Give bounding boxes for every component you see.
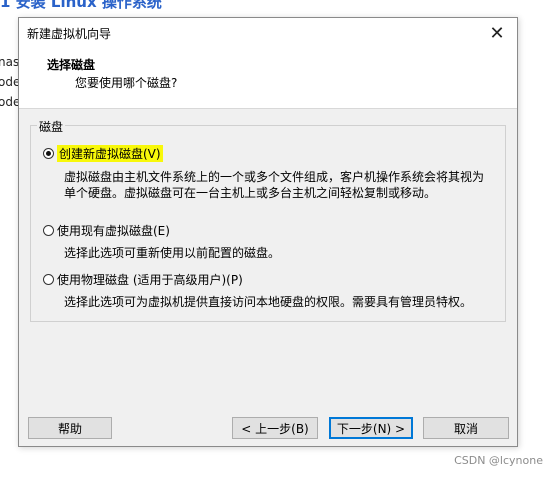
next-button[interactable]: 下一步(N) > [329,417,413,439]
wizard-header: 选择磁盘 您要使用哪个磁盘? [19,48,517,109]
page-subtitle: 您要使用哪个磁盘? [75,76,178,90]
help-button[interactable]: 帮助 [28,417,112,439]
back-button[interactable]: < 上一步(B) [232,417,318,439]
background-page-heading: 1 安装 Linux 操作系统 [0,0,162,11]
radio-indicator[interactable] [43,225,54,236]
dialog-titlebar[interactable]: 新建虚拟机向导 ✕ [19,18,517,48]
description-line: 单个硬盘。虚拟磁盘可在一台主机上或多台主机之间轻松复制或移动。 [64,186,437,200]
close-button[interactable]: ✕ [477,18,517,48]
option-description: 选择此选项可为虚拟机提供直接访问本地硬盘的权限。需要具有管理员特权。 [64,294,472,310]
description-line: 虚拟磁盘由主机文件系统上的一个或多个文件组成，客户机操作系统会将其视为 [64,170,485,184]
radio-indicator[interactable] [43,274,54,285]
description-line: 选择此选项可为虚拟机提供直接访问本地硬盘的权限。需要具有管理员特权。 [64,295,473,309]
option-description: 虚拟磁盘由主机文件系统上的一个或多个文件组成，客户机操作系统会将其视为 单个硬盘… [64,169,484,201]
radio-indicator-checked[interactable] [43,148,54,159]
option-label: 使用现有虚拟磁盘(E) [57,224,170,238]
new-vm-wizard-dialog: 新建虚拟机向导 ✕ 选择磁盘 您要使用哪个磁盘? 磁盘 创建新虚拟磁盘(V) 虚… [18,17,518,447]
option-description: 选择此选项可重新使用以前配置的磁盘。 [64,245,280,261]
radio-create-new-disk[interactable]: 创建新虚拟磁盘(V) [43,145,163,162]
page-title: 选择磁盘 [47,58,96,72]
disk-groupbox: 磁盘 创建新虚拟磁盘(V) 虚拟磁盘由主机文件系统上的一个或多个文件组成，客户机… [30,118,506,322]
group-label: 磁盘 [37,118,66,135]
radio-use-existing-disk[interactable]: 使用现有虚拟磁盘(E) [43,222,170,239]
option-label: 创建新虚拟磁盘(V) [57,145,163,162]
radio-use-physical-disk[interactable]: 使用物理磁盘 (适用于高级用户)(P) [43,271,243,288]
cancel-button[interactable]: 取消 [423,417,509,439]
option-label: 使用物理磁盘 (适用于高级用户)(P) [57,273,243,287]
dialog-title: 新建虚拟机向导 [27,27,112,41]
description-line: 选择此选项可重新使用以前配置的磁盘。 [64,246,281,260]
close-icon: ✕ [489,22,505,44]
watermark-text: CSDN @lcynone [454,454,543,467]
